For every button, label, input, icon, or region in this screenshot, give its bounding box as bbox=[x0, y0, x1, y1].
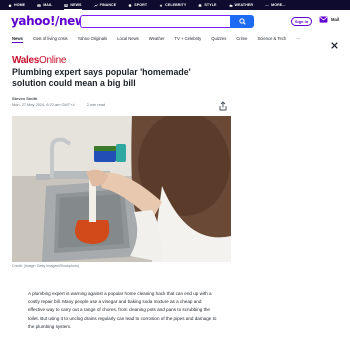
nav-item-local-news[interactable]: Local News bbox=[117, 32, 139, 44]
style-icon bbox=[198, 3, 202, 7]
topbar-item-weather[interactable]: WEATHER bbox=[228, 0, 254, 10]
topbar-item-label: HOME bbox=[14, 3, 26, 7]
topbar-item-celebrity[interactable]: CELEBRITY bbox=[159, 0, 186, 10]
article-image bbox=[12, 116, 231, 262]
nav-item-quizzes[interactable]: Quizzes bbox=[211, 32, 226, 44]
home-icon bbox=[8, 3, 12, 7]
search-field[interactable] bbox=[80, 15, 230, 34]
plunger-sink-photo bbox=[12, 116, 231, 262]
article-body: A plumbing expert is warning against a p… bbox=[28, 291, 217, 329]
topbar-item-style[interactable]: STYLE bbox=[198, 0, 216, 10]
more-icon bbox=[265, 4, 269, 6]
share-button[interactable] bbox=[218, 98, 228, 111]
topbar-item-label: MORE... bbox=[271, 3, 286, 7]
topbar-item-label: CELEBRITY bbox=[165, 3, 187, 7]
sport-icon bbox=[128, 3, 132, 7]
topbar-item-label: FINANCE bbox=[99, 3, 117, 7]
topbar-item-news[interactable]: NEWS bbox=[64, 0, 82, 10]
topbar-item-home[interactable]: HOME bbox=[8, 0, 25, 10]
close-button[interactable] bbox=[325, 36, 343, 54]
publisher-name-b: Online bbox=[39, 55, 67, 66]
nav-item-tv-celebrity[interactable]: TV + Celebrity bbox=[175, 32, 202, 44]
nav-item-science-tech[interactable]: Science & Tech bbox=[258, 32, 287, 44]
close-icon bbox=[330, 41, 338, 49]
article-meta: Mon, 27 May 2024, 8:22 am GMT+4 2-min re… bbox=[12, 102, 105, 107]
article-headline: Plumbing expert says popular 'homemade' … bbox=[12, 67, 191, 88]
nav-item-crime[interactable]: Crime bbox=[236, 32, 247, 44]
nav-item-weather[interactable]: Weather bbox=[149, 32, 165, 44]
mail-label: Mail bbox=[331, 17, 340, 22]
topbar-item-label: SPORT bbox=[134, 3, 148, 7]
section-nav: News Cost of living crisis Yahoo Origina… bbox=[0, 32, 350, 44]
network-bar: HOME MAIL NEWS FINANCE SPORT CELEBRITY S… bbox=[0, 0, 350, 10]
mail-icon bbox=[319, 16, 328, 23]
nav-item-news[interactable]: News bbox=[12, 32, 23, 44]
nav-more-button[interactable]: ... bbox=[296, 32, 300, 44]
author-name[interactable]: Steven Smith bbox=[12, 96, 37, 101]
publisher-logo[interactable]: WalesOnline bbox=[12, 55, 66, 66]
share-icon bbox=[219, 101, 227, 111]
news-icon bbox=[64, 3, 69, 7]
mail-icon bbox=[37, 3, 41, 7]
publish-date: Mon, 27 May 2024, 8:22 am GMT+4 bbox=[12, 102, 75, 107]
topbar-item-sport[interactable]: SPORT bbox=[128, 0, 147, 10]
topbar-item-more[interactable]: MORE... bbox=[265, 0, 285, 10]
publisher-name-a: Wales bbox=[12, 55, 40, 66]
search-button[interactable] bbox=[230, 15, 254, 28]
celebrity-icon bbox=[159, 3, 163, 7]
sign-in-button[interactable]: Sign in bbox=[291, 17, 312, 26]
search-icon bbox=[238, 18, 246, 25]
topbar-item-mail[interactable]: MAIL bbox=[37, 0, 52, 10]
read-time: 2-min read bbox=[86, 102, 106, 107]
topbar-item-finance[interactable]: FINANCE bbox=[93, 0, 117, 10]
mail-link[interactable]: Mail bbox=[319, 16, 339, 23]
topbar-item-label: WEATHER bbox=[234, 3, 254, 7]
topbar-item-label: STYLE bbox=[204, 3, 217, 7]
topbar-item-label: MAIL bbox=[43, 3, 53, 7]
image-credit: Credit: (Image: Getty Images/iStockphoto… bbox=[12, 264, 80, 268]
nav-item-yahoo-originals[interactable]: Yahoo Originals bbox=[78, 32, 107, 44]
weather-icon bbox=[228, 3, 233, 7]
nav-item-cost-of-living[interactable]: Cost of living crisis bbox=[33, 32, 68, 44]
logo-brand: yahoo! bbox=[11, 14, 56, 28]
site-header: yahoo!/news Sign in Mail bbox=[0, 10, 350, 34]
topbar-item-label: NEWS bbox=[70, 3, 82, 7]
finance-icon bbox=[93, 3, 98, 7]
